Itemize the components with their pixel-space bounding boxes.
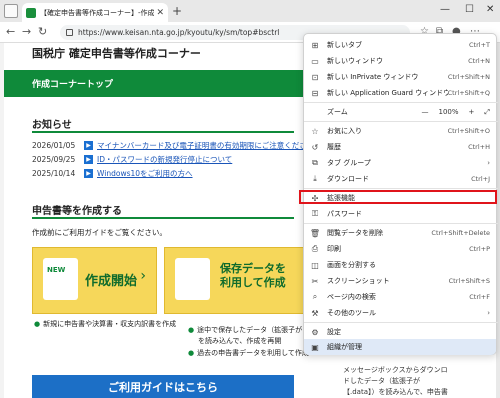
section-bar-title: 作成コーナートップ: [32, 80, 114, 90]
delete-data-icon: 🗑: [309, 228, 321, 238]
url-text: https://www.keisan.nta.go.jp/kyoutu/ky/s…: [78, 28, 280, 37]
screenshot-icon: ✂: [311, 276, 319, 286]
inprivate-icon: ⊡: [311, 72, 319, 82]
split-screen-icon: ◫: [311, 260, 319, 270]
close-tab-icon[interactable]: ✕: [156, 8, 164, 18]
create-divider: [32, 217, 294, 219]
more-tools-icon: ⚒: [311, 308, 319, 318]
user-guide-banner[interactable]: ご利用ガイドはこちら: [32, 375, 294, 398]
zoom-level: 100%: [438, 108, 459, 116]
maximize-icon[interactable]: ☐: [465, 4, 474, 15]
menu-item-find[interactable]: ⌕ ページ内の検索 Ctrl+F: [304, 290, 498, 304]
notice-date: 2025/09/25: [32, 155, 76, 164]
tab-title: 【確定申告書等作成コーナー】-作成...: [40, 8, 155, 17]
new-tab-icon[interactable]: +: [172, 4, 182, 18]
link-arrow-icon: ▶: [84, 169, 93, 178]
minimize-icon[interactable]: —: [440, 4, 450, 15]
notice-link[interactable]: ID・パスワードの新規発行停止について: [97, 154, 232, 165]
notice-link[interactable]: マイナンバーカード及び電子証明書の有効期限にご注意ください: [97, 140, 314, 151]
start-create-label: 作成開始: [85, 274, 138, 289]
menu-item-inprivate[interactable]: ⊡ 新しい InPrivate ウィンドウ Ctrl+Shift+N: [304, 70, 498, 84]
fullscreen-icon[interactable]: ⤢: [484, 108, 490, 117]
refresh-icon[interactable]: ↻: [38, 25, 47, 38]
menu-item-tab-groups[interactable]: ⧉ タブ グループ ›: [304, 156, 498, 170]
link-arrow-icon: ▶: [84, 141, 93, 150]
lock-icon[interactable]: [66, 29, 73, 36]
menu-item-passwords[interactable]: ⚿ パスワード: [304, 207, 498, 221]
history-icon: ↺: [311, 142, 319, 152]
extensions-highlight-box: [299, 190, 497, 204]
card2-bullet: ● 途中で保存したデータ（拡張子が【.da: [188, 326, 321, 334]
notice-item: 2026/01/05 ▶ マイナンバーカード及び電子証明書の有効期限にご注意くだ…: [32, 140, 314, 151]
back-icon[interactable]: ←: [6, 25, 15, 38]
create-heading: 申告書等を作成する: [32, 206, 122, 217]
tab-groups-icon: ⧉: [312, 158, 318, 167]
notice-item: 2025/10/14 ▶ Windows10をご利用の方へ: [32, 168, 193, 179]
managed-icon: ▣: [311, 342, 319, 352]
favorites-icon: ☆: [311, 126, 319, 136]
menu-item-new-tab[interactable]: ⊞ 新しいタブ Ctrl+T: [304, 38, 498, 52]
close-window-icon[interactable]: ✕: [486, 4, 494, 15]
menu-item-zoom: ズーム — 100% + ⤢: [327, 107, 490, 117]
settings-icon: ⚙: [311, 327, 319, 337]
load-saved-data-button[interactable]: 保存データを 利用して作成: [164, 247, 304, 314]
link-arrow-icon: ▶: [84, 155, 93, 164]
notice-date: 2025/10/14: [32, 169, 76, 178]
notice-item: 2025/09/25 ▶ ID・パスワードの新規発行停止について: [32, 154, 232, 165]
menu-item-clear-data[interactable]: 🗑 閲覧データを削除 Ctrl+Shift+Delete: [304, 226, 498, 240]
menu-item-print[interactable]: ⎙ 印刷 Ctrl+P: [304, 242, 498, 256]
new-window-icon: ▭: [311, 56, 319, 66]
chevron-right-icon: ›: [140, 268, 146, 284]
new-badge: NEW: [47, 266, 66, 274]
password-icon: ⚿: [311, 209, 319, 218]
zoom-out-button[interactable]: —: [422, 108, 429, 116]
notice-link[interactable]: Windows10をご利用の方へ: [97, 168, 193, 179]
menu-item-history[interactable]: ↺ 履歴 Ctrl+H: [304, 140, 498, 154]
managed-by-org[interactable]: ▣ 組織が管理: [304, 339, 496, 355]
workspaces-icon[interactable]: [4, 4, 18, 18]
menu-item-screenshot[interactable]: ✂ スクリーンショット Ctrl+Shift+S: [304, 274, 498, 288]
menu-item-more-tools[interactable]: ⚒ その他のツール ›: [304, 306, 498, 320]
app-guard-icon: ⊟: [311, 88, 319, 98]
menu-item-new-window[interactable]: ▭ 新しいウィンドウ Ctrl+N: [304, 54, 498, 68]
forward-icon[interactable]: →: [22, 25, 31, 38]
user-guide-label: ご利用ガイドはこちら: [108, 380, 218, 394]
create-description: 作成前にご利用ガイドをご覧ください。: [32, 228, 167, 237]
notices-heading: お知らせ: [32, 120, 72, 131]
print-icon: ⎙: [311, 244, 319, 253]
find-icon: ⌕: [312, 292, 318, 301]
page-title: 国税庁 確定申告書等作成コーナー: [32, 47, 201, 60]
card1-bullet: ● 新規に申告書や決算書・収支内訳書を作成: [34, 320, 177, 328]
card2-bullet-continued: を読み込んで、作成を再開: [198, 337, 282, 345]
zoom-in-button[interactable]: +: [469, 108, 475, 116]
new-tab-icon: ⊞: [311, 40, 319, 50]
site-favicon-icon: [26, 7, 36, 18]
menu-item-settings[interactable]: ⚙ 設定: [304, 325, 498, 339]
title-bar: 【確定申告書等作成コーナー】-作成... ✕ + — ☐ ✕: [0, 0, 500, 22]
menu-item-favorites[interactable]: ☆ お気に入り Ctrl+Shift+O: [304, 124, 498, 138]
start-create-button[interactable]: NEW 作成開始 ›: [32, 247, 157, 314]
menu-item-split-screen[interactable]: ◫ 画面を分割する: [304, 258, 498, 272]
help-tooltip: メッセージボックスからダウンロ ドしたデータ（拡張子が 【.data】）を読み込…: [343, 366, 448, 396]
folder-upload-icon: [175, 258, 210, 300]
browser-tab[interactable]: 【確定申告書等作成コーナー】-作成... ✕: [22, 3, 168, 22]
notices-divider: [32, 131, 294, 133]
new-document-icon: NEW: [43, 258, 78, 300]
load-saved-data-label: 保存データを 利用して作成: [220, 262, 286, 289]
notice-date: 2026/01/05: [32, 141, 76, 150]
menu-item-app-guard[interactable]: ⊟ 新しい Application Guard ウィンドウ Ctrl+Shift+…: [304, 86, 498, 100]
card2-bullet: ● 過去の申告書データを利用して作成: [188, 349, 309, 357]
